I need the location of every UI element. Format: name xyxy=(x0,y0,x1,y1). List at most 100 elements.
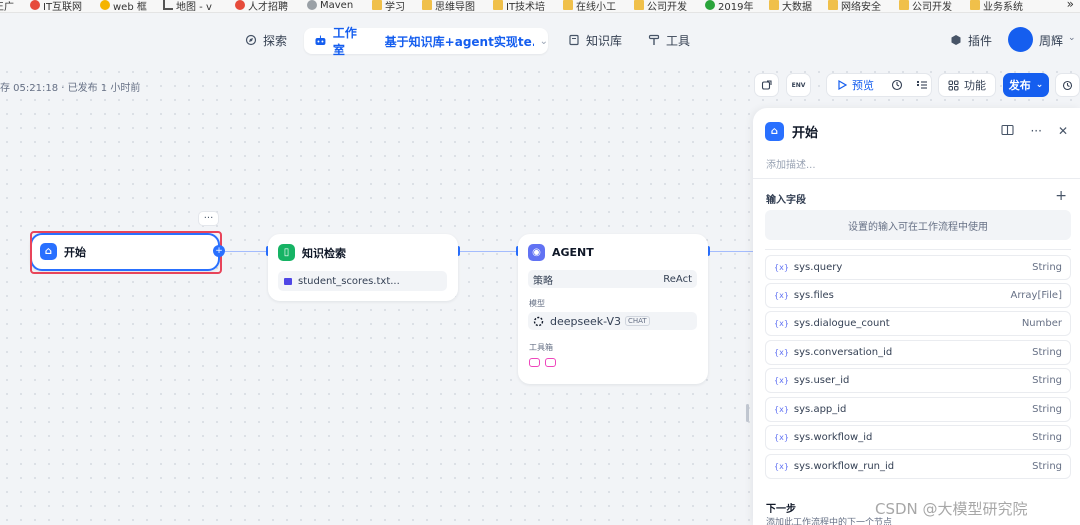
bookmark-item[interactable]: 地图 - v xyxy=(163,0,212,12)
publish-button[interactable]: 发布 ⌄ xyxy=(1003,73,1049,97)
system-variable-row: {x} sys.conversation_id String xyxy=(765,340,1071,365)
agent-node-header: ◉ AGENT xyxy=(528,244,594,261)
book-icon xyxy=(569,34,579,46)
bookmarks-more-icon[interactable]: » xyxy=(1067,0,1074,11)
nav-studio[interactable]: 工作室 基于知识库+agent实现te... ⌄ xyxy=(304,26,548,57)
system-variable-row: {x} sys.files Array[File] xyxy=(765,283,1071,308)
checklist-button[interactable] xyxy=(754,73,779,97)
variable-icon: {x} xyxy=(774,462,789,471)
bookmark-item[interactable]: 网络安全 xyxy=(828,0,881,12)
toolbox-label: 工具箱 xyxy=(529,343,553,352)
preview-button[interactable]: 预览 xyxy=(852,77,874,93)
bookmark-item[interactable]: 王广 xyxy=(0,0,14,13)
bookmarks-bar: 王广 IT互联网 web 框 地图 - v 人才招聘 Maven 学习 思维导图… xyxy=(0,0,1080,13)
edge-start-knowledge xyxy=(222,251,268,252)
chevron-down-icon[interactable]: ⌄ xyxy=(1068,33,1076,43)
divider xyxy=(765,249,1071,250)
version-history-button[interactable] xyxy=(1055,73,1080,97)
hammer-icon xyxy=(648,34,660,45)
bookmark-item[interactable]: 人才招聘 xyxy=(235,0,288,12)
variable-icon: {x} xyxy=(774,263,789,272)
variable-icon: {x} xyxy=(774,319,789,328)
bookmark-item[interactable]: 思维导图 xyxy=(422,0,475,12)
more-icon[interactable]: ··· xyxy=(1030,124,1041,138)
variable-icon: {x} xyxy=(774,405,789,414)
next-step-description: 添加此工作流程中的下一个节点 xyxy=(766,518,893,525)
add-node-handle[interactable]: + xyxy=(213,245,225,257)
panel-actions: ··· ✕ xyxy=(1001,124,1068,138)
variable-icon: {x} xyxy=(774,291,789,300)
history-icon xyxy=(1062,80,1073,90)
compass-icon xyxy=(245,34,257,46)
red-bookmark-icon xyxy=(30,0,40,10)
folder-icon xyxy=(422,0,432,10)
share-icon xyxy=(761,79,772,90)
agent-icon: ◉ xyxy=(528,244,545,261)
bookmark-item[interactable]: 业务系统 xyxy=(970,0,1023,12)
panel-title: ⌂ 开始 xyxy=(765,122,818,141)
nav-explore[interactable]: 探索 xyxy=(245,27,287,53)
watermark: CSDN @大模型研究院 xyxy=(875,500,1028,518)
bookmark-item[interactable]: 大数据 xyxy=(769,0,812,12)
model-row: deepseek-V3 CHAT xyxy=(528,312,697,330)
node-more-button[interactable]: ··· xyxy=(198,211,219,226)
book-open-icon: ▯ xyxy=(278,244,295,261)
history-run-icon[interactable] xyxy=(891,79,903,91)
bookmark-item[interactable]: 在线小工 xyxy=(563,0,616,12)
nav-plugins[interactable]: 插件 xyxy=(950,27,992,53)
nav-tools[interactable]: 工具 xyxy=(648,27,690,53)
app-name: 基于知识库+agent实现te... xyxy=(384,34,534,49)
red-bookmark-icon xyxy=(235,0,245,10)
add-input-button[interactable]: + xyxy=(1055,188,1067,204)
node-settings-panel: ⌂ 开始 ··· ✕ 添加描述... 输入字段 + 设置的输入可在工作流程中使用… xyxy=(753,108,1080,525)
autosave-status: 存 05:21:18 · 已发布 1 小时前 xyxy=(0,83,141,94)
env-button[interactable]: ENV xyxy=(786,73,811,97)
bookmark-item[interactable]: IT互联网 xyxy=(30,0,82,12)
bookmark-item[interactable]: Maven xyxy=(307,0,353,12)
folder-icon xyxy=(284,277,292,285)
variable-icon: {x} xyxy=(774,433,789,442)
folder-icon xyxy=(372,0,382,10)
edge-knowledge-agent xyxy=(458,251,518,252)
green-bookmark-icon xyxy=(705,0,715,10)
home-icon: ⌂ xyxy=(765,122,784,141)
selection-highlight xyxy=(30,231,222,274)
bookmark-item[interactable]: 学习 xyxy=(372,0,405,12)
system-variable-row: {x} sys.dialogue_count Number xyxy=(765,311,1071,336)
divider xyxy=(753,178,1080,179)
bookmark-item[interactable]: web 框 xyxy=(100,0,147,12)
chart-line-icon xyxy=(163,0,173,10)
variable-icon: {x} xyxy=(774,348,789,357)
folder-icon xyxy=(769,0,779,10)
nav-knowledge[interactable]: 知识库 xyxy=(568,27,622,53)
agent-node[interactable]: ◉ AGENT 策略 ReAct 模型 deepseek-V3 CHAT 工具箱 xyxy=(518,234,708,384)
bookmark-item[interactable]: 2019年 xyxy=(705,0,753,12)
avatar[interactable] xyxy=(1008,27,1033,52)
toolbox-icons xyxy=(529,358,556,367)
checklist-icon[interactable] xyxy=(916,79,928,91)
dataset-item[interactable]: student_scores.txt... xyxy=(278,271,447,291)
variable-icon: {x} xyxy=(774,376,789,385)
play-icon xyxy=(838,80,847,90)
bookmark-item[interactable]: 公司开发 xyxy=(899,0,952,12)
chevron-down-icon: ⌄ xyxy=(1035,80,1044,90)
input-fields-heading: 输入字段 xyxy=(766,195,806,206)
system-variable-row: {x} sys.query String xyxy=(765,255,1071,280)
globe-icon xyxy=(307,0,317,10)
yellow-bookmark-icon xyxy=(100,0,110,10)
knowledge-node-header: ▯ 知识检索 xyxy=(278,244,346,261)
knowledge-retrieval-node[interactable]: ▯ 知识检索 student_scores.txt... xyxy=(268,234,458,301)
deepseek-logo-icon xyxy=(533,316,544,326)
features-button[interactable]: 功能 xyxy=(938,73,996,97)
panel-resize-handle[interactable] xyxy=(746,404,749,422)
book-open-icon[interactable] xyxy=(1001,124,1015,136)
user-name[interactable]: 周辉 xyxy=(1039,32,1063,49)
input-hint: 设置的输入可在工作流程中使用 xyxy=(765,210,1071,240)
model-label: 模型 xyxy=(529,299,545,308)
description-input[interactable]: 添加描述... xyxy=(766,156,816,171)
chevron-down-icon[interactable]: ⌄ xyxy=(540,36,548,47)
close-icon[interactable]: ✕ xyxy=(1058,124,1068,138)
bookmark-item[interactable]: 公司开发 xyxy=(634,0,687,12)
model-type-badge: CHAT xyxy=(624,316,650,326)
bookmark-item[interactable]: IT技术培 xyxy=(493,0,545,12)
